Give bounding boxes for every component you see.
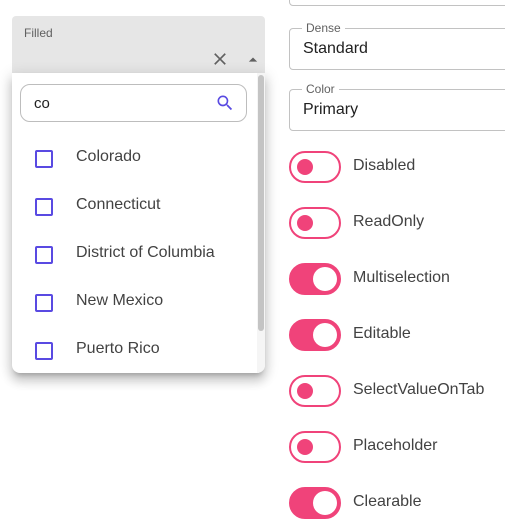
list-item[interactable]: District of Columbia [12, 230, 257, 278]
disabled-switch-label: Disabled [353, 157, 416, 174]
option-label: Puerto Rico [76, 340, 160, 357]
search-value: co [34, 95, 50, 112]
scrollbar-thumb[interactable] [258, 75, 264, 331]
dense-select-value: Standard [303, 40, 368, 57]
color-select-value: Primary [303, 101, 359, 118]
color-select[interactable]: Color Primary [289, 82, 505, 131]
search-icon[interactable] [215, 93, 235, 113]
list-item[interactable]: Puerto Rico [12, 326, 257, 373]
disabled-switch[interactable] [289, 151, 341, 183]
readonly-switch-label: ReadOnly [353, 213, 425, 230]
multiselection-switch-label: Multiselection [353, 269, 450, 286]
option-label: District of Columbia [76, 244, 215, 261]
scrollbar[interactable] [257, 73, 265, 373]
list-item[interactable]: New Mexico [12, 278, 257, 326]
readonly-switch[interactable] [289, 207, 341, 239]
option-label: Colorado [76, 148, 141, 165]
filled-select-label: Filled [24, 26, 53, 40]
checkbox[interactable] [35, 150, 53, 168]
selectvalueontab-switch[interactable] [289, 375, 341, 407]
list-item[interactable]: Colorado [12, 134, 257, 182]
checkbox[interactable] [35, 198, 53, 216]
option-label: Connecticut [76, 196, 161, 213]
placeholder-switch-label: Placeholder [353, 437, 438, 454]
option-label: New Mexico [76, 292, 164, 309]
top-outlined-field[interactable] [289, 0, 505, 6]
search-input[interactable]: co [20, 84, 247, 122]
close-icon[interactable] [210, 49, 230, 69]
select-popover: co Colorado Connecticut District of Colu… [12, 73, 265, 373]
clearable-switch[interactable] [289, 487, 341, 519]
selectvalueontab-switch-label: SelectValueOnTab [353, 381, 485, 398]
filled-select[interactable]: Filled [12, 16, 265, 74]
dense-select[interactable]: Dense Standard [289, 21, 505, 70]
multiselection-switch[interactable] [289, 263, 341, 295]
checkbox[interactable] [35, 294, 53, 312]
color-select-label: Color [302, 82, 339, 96]
editable-switch-label: Editable [353, 325, 411, 342]
dense-select-label: Dense [302, 21, 345, 35]
checkbox[interactable] [35, 246, 53, 264]
arrow-drop-up-icon[interactable] [243, 50, 263, 70]
list-item[interactable]: Connecticut [12, 182, 257, 230]
checkbox[interactable] [35, 342, 53, 360]
editable-switch[interactable] [289, 319, 341, 351]
placeholder-switch[interactable] [289, 431, 341, 463]
clearable-switch-label: Clearable [353, 493, 422, 510]
